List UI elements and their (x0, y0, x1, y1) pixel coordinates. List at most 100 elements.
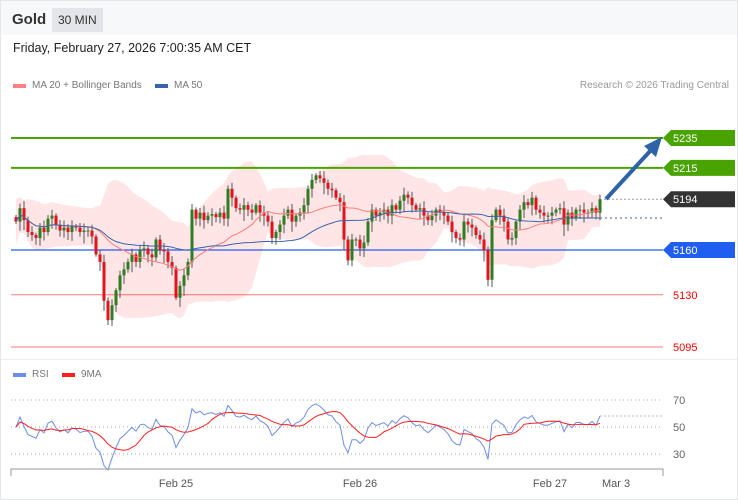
rsi-tick-30: 30 (673, 449, 685, 461)
candle-body (246, 205, 250, 210)
candle-body (326, 182, 330, 189)
candle-body (202, 212, 206, 221)
candle-body (106, 300, 110, 321)
candle-body (242, 205, 246, 210)
price-chart[interactable]: 5235 5215 5194 5160 5130 5095 70 50 30 Feb 25 Feb … (0, 0, 738, 500)
candle-body (494, 209, 498, 221)
candle-body (406, 194, 410, 198)
candle-body (190, 209, 194, 262)
candle-body (194, 209, 198, 219)
candle-body (510, 238, 514, 240)
candle-body (146, 248, 150, 255)
candle-body (338, 197, 342, 203)
candle-body (566, 212, 570, 225)
candle-body (42, 227, 46, 233)
forecast-arrow-shaft (604, 147, 654, 201)
level-label-5130: 5130 (673, 290, 697, 302)
candle-body (158, 239, 162, 250)
candle-body (150, 254, 154, 258)
candle-body (522, 202, 526, 210)
level-label-5215: 5215 (673, 163, 697, 175)
candle-body (554, 209, 558, 213)
candle-body (94, 236, 98, 255)
candle-body (226, 188, 230, 219)
candle-body (266, 215, 270, 222)
level-label-5095: 5095 (673, 342, 697, 354)
candle-body (258, 205, 262, 213)
rsi-tick-70: 70 (673, 395, 685, 407)
rsi-tick-50: 50 (673, 422, 685, 434)
x-label-Feb-25: Feb 25 (159, 478, 193, 490)
candle-body (230, 188, 234, 198)
candle-body (418, 208, 422, 210)
candle-body (402, 194, 406, 201)
candle-body (254, 205, 258, 213)
candle-body (110, 305, 114, 321)
candle-body (238, 208, 242, 210)
candle-body (350, 239, 354, 261)
candle-body (322, 178, 326, 183)
candle-body (138, 249, 142, 262)
candle-body (154, 239, 158, 258)
candle-body (34, 235, 38, 239)
candle-body (414, 205, 418, 210)
candle-body (478, 235, 482, 240)
candle-body (482, 239, 486, 250)
x-label-Feb-26: Feb 26 (343, 478, 377, 490)
candle-body (330, 188, 334, 191)
candle-body (562, 208, 566, 225)
candle-body (38, 227, 42, 239)
candle-body (278, 224, 282, 233)
candle-body (506, 221, 510, 240)
candle-body (198, 212, 202, 219)
candle-body (318, 175, 322, 179)
candle-body (314, 175, 318, 180)
candle-body (430, 215, 434, 221)
candle-body (542, 212, 546, 216)
rsi-line (15, 403, 601, 471)
candle-body (90, 230, 94, 237)
candle-body (30, 232, 34, 236)
candle-body (346, 239, 350, 261)
candle-body (290, 209, 294, 222)
candle-body (86, 230, 90, 232)
candle-body (294, 215, 298, 222)
candle-body (122, 269, 126, 276)
candle-body (162, 249, 166, 252)
candle-body (422, 208, 426, 216)
x-axis (10, 468, 664, 476)
candle-body (178, 285, 182, 298)
candle-body (462, 221, 466, 240)
candle-body (526, 202, 530, 206)
candle-body (66, 227, 70, 233)
candle-body (182, 275, 186, 286)
candle-body (26, 220, 30, 233)
candle-body (362, 242, 366, 249)
candle-body (166, 251, 170, 262)
candle-body (486, 249, 490, 280)
candle-body (274, 232, 278, 239)
candle-body (498, 209, 502, 216)
level-label-5160: 5160 (673, 245, 697, 257)
candle-body (458, 238, 462, 240)
candle-body (394, 205, 398, 210)
candle-body (118, 275, 122, 291)
candle-body (310, 179, 314, 189)
candle-body (218, 212, 222, 218)
candle-body (98, 254, 102, 262)
candle-body (538, 209, 542, 213)
candle-body (454, 232, 458, 239)
candle-body (582, 209, 586, 213)
candle-body (174, 267, 178, 298)
level-label-5235: 5235 (673, 133, 697, 145)
candle-body (54, 215, 58, 225)
candle-body (334, 190, 338, 198)
candle-body (302, 205, 306, 213)
candle-body (534, 197, 538, 210)
candle-body (306, 188, 310, 206)
candle-body (114, 290, 118, 306)
level-label-5194: 5194 (673, 194, 697, 206)
candle-body (286, 209, 290, 216)
candle-body (366, 221, 370, 243)
x-label-Feb-27: Feb 27 (533, 478, 567, 490)
